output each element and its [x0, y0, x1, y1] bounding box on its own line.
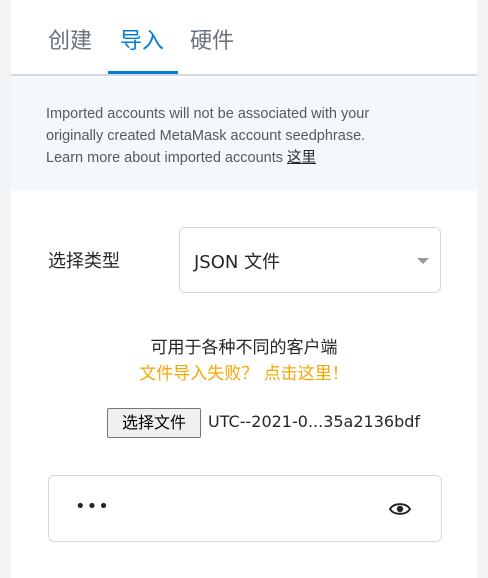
- eye-icon[interactable]: [389, 501, 411, 517]
- import-type-selected-value: JSON 文件: [194, 252, 281, 273]
- notice-line-3-text: Learn more about imported accounts: [46, 150, 287, 166]
- notice-line-2: originally created MetaMask account seed…: [46, 128, 366, 144]
- tab-import[interactable]: 导入: [120, 27, 164, 57]
- choose-file-button[interactable]: 选择文件: [107, 408, 201, 438]
- tab-create[interactable]: 创建: [48, 27, 92, 57]
- tab-bar: 创建 导入 硬件: [11, 0, 477, 76]
- selected-file-name: UTC--2021-0...35a2136bdf: [208, 412, 421, 431]
- caret-down-icon: [417, 258, 429, 264]
- client-support-text: 可用于各种不同的客户端: [150, 338, 338, 358]
- learn-more-link[interactable]: 这里: [287, 150, 316, 166]
- notice-text: Imported accounts will not be associated…: [46, 103, 446, 169]
- imported-accounts-notice: Imported accounts will not be associated…: [11, 77, 477, 190]
- select-type-label: 选择类型: [48, 251, 120, 272]
- password-input[interactable]: •••: [48, 475, 442, 542]
- notice-line-3: Learn more about imported accounts 这里: [46, 147, 446, 169]
- password-masked-value: •••: [75, 496, 110, 517]
- active-tab-indicator: [108, 71, 178, 74]
- notice-line-1: Imported accounts will not be associated…: [46, 106, 370, 122]
- import-failed-help-link[interactable]: 文件导入失败？ 点击这里！: [11, 359, 477, 384]
- tab-hardware[interactable]: 硬件: [190, 27, 234, 57]
- import-account-panel: 创建 导入 硬件 Imported accounts will not be a…: [11, 0, 477, 578]
- import-type-select[interactable]: JSON 文件: [179, 227, 441, 293]
